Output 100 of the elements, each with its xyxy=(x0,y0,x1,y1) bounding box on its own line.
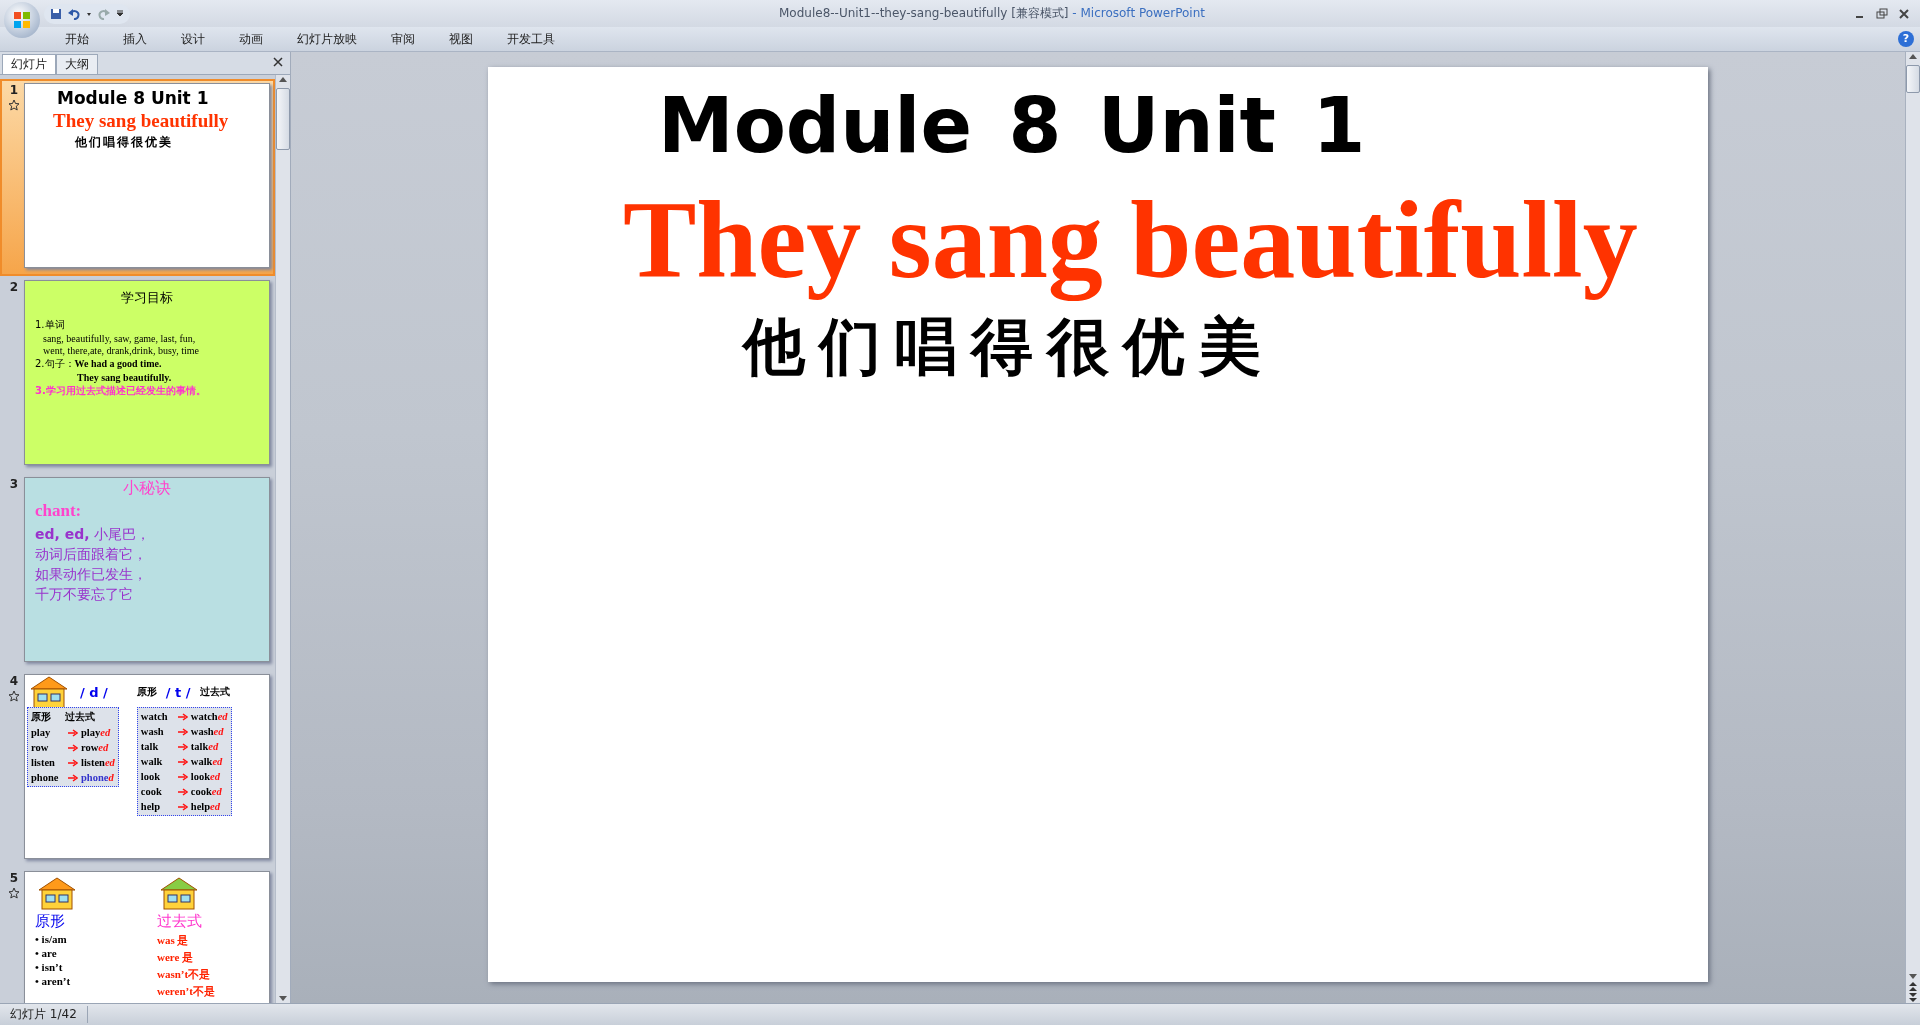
thumb-text-line: 3.学习用过去式描述已经发生的事情。 xyxy=(35,384,207,398)
base-verb: play xyxy=(31,726,52,739)
ribbon-tab[interactable]: 审阅 xyxy=(374,30,432,48)
arrow-icon xyxy=(68,743,78,752)
base-verb: help xyxy=(140,800,162,813)
slide-number: 4 xyxy=(9,674,19,688)
bullet-item: • aren’t xyxy=(35,975,71,987)
past-verb: talked xyxy=(190,740,219,753)
arrow-icon xyxy=(177,712,188,721)
column-header: 原形 xyxy=(31,710,51,724)
past-form-item: was 是 xyxy=(157,933,189,948)
ribbon-tab[interactable]: 开发工具 xyxy=(490,30,572,48)
past-verb: listened xyxy=(81,756,115,769)
past-verb: helped xyxy=(190,800,221,813)
thumb-heading: 学习目标 xyxy=(121,289,173,307)
star-icon xyxy=(8,690,20,702)
column-header: 过去式 xyxy=(199,685,230,699)
thumb-title: Module 8 Unit 1 xyxy=(57,88,209,108)
thumb-text-line: sang, beautifully, saw, game, last, fun, xyxy=(42,333,197,344)
help-button[interactable]: ? xyxy=(1898,31,1914,47)
slide-number: 1 xyxy=(9,83,19,97)
star-icon xyxy=(8,99,20,111)
slide-number: 3 xyxy=(9,477,19,491)
arrow-icon xyxy=(177,757,188,766)
past-verb: played xyxy=(81,726,111,739)
scrollbar-thumb[interactable] xyxy=(1906,65,1920,93)
past-form-item: were 是 xyxy=(157,950,194,965)
arrow-icon xyxy=(177,787,188,796)
chant-line: ed, ed, 小尾巴， xyxy=(35,526,151,544)
arrow-icon xyxy=(68,758,78,767)
base-verb: cook xyxy=(140,785,163,798)
ribbon-tab[interactable]: 开始 xyxy=(48,30,106,48)
arrow-icon xyxy=(68,728,78,737)
close-icon[interactable] xyxy=(1898,7,1910,20)
arrow-icon xyxy=(177,772,188,781)
arrow-icon xyxy=(177,727,188,736)
thumb-chinese-title: 他们唱得很优美 xyxy=(75,134,173,151)
house-label: 过去式 xyxy=(157,912,202,931)
ribbon-tab[interactable]: 视图 xyxy=(432,30,490,48)
pane-tab[interactable]: 幻灯片 xyxy=(2,54,56,74)
chant-line: 动词后面跟着它， xyxy=(35,546,148,564)
slide-counter: 幻灯片 1/42 xyxy=(0,1006,88,1023)
next-slide-icon[interactable] xyxy=(1908,992,1918,1003)
bullet-item: • are xyxy=(35,947,57,959)
base-verb: row xyxy=(31,741,50,754)
past-form-item: wasn’t不是 xyxy=(157,967,211,982)
base-verb: look xyxy=(140,770,162,783)
base-verb: wash xyxy=(140,725,165,738)
past-verb: phoned xyxy=(81,771,114,784)
past-verb: washed xyxy=(190,725,224,738)
chant-label: chant: xyxy=(35,501,83,521)
column-header: 过去式 xyxy=(65,710,95,724)
base-verb: listen xyxy=(31,756,56,769)
chant-line: 如果动作已发生， xyxy=(35,566,148,584)
past-verb: looked xyxy=(190,770,221,783)
previous-slide-icon[interactable] xyxy=(1908,981,1918,992)
thumb-text-line: 2.句子：We had a good time. xyxy=(35,357,163,371)
close-icon[interactable] xyxy=(272,55,284,68)
house-label: 原形 xyxy=(35,912,65,931)
dropdown-caret-icon[interactable] xyxy=(86,10,92,17)
arrow-icon xyxy=(177,802,188,811)
bullet-item: • is/am xyxy=(35,933,67,945)
past-verb: cooked xyxy=(190,785,222,798)
past-verb: walked xyxy=(190,755,223,768)
past-verb: watched xyxy=(190,710,228,723)
pane-tab[interactable]: 大纲 xyxy=(56,54,98,74)
app-name: - Microsoft PowerPoint xyxy=(1071,6,1205,20)
slide-subtitle: They sang beautifully xyxy=(623,180,1638,301)
scroll-down-icon[interactable] xyxy=(1908,972,1918,981)
ribbon-tab[interactable]: 插入 xyxy=(106,30,164,48)
restore-icon[interactable] xyxy=(1876,7,1888,20)
thumb-text-line: They sang beautifully. xyxy=(76,372,173,383)
undo-icon[interactable] xyxy=(68,7,80,20)
slide-thumbnail[interactable]: 1 Module 8 Unit 1 They sang beautifully 他们唱得很优美 xyxy=(0,79,275,276)
customize-caret-icon[interactable] xyxy=(116,10,124,17)
bullet-item: • isn’t xyxy=(35,961,63,973)
chant-line: 千万不要忘了它 xyxy=(35,586,134,604)
office-logo-icon xyxy=(13,11,31,29)
slide-number: 5 xyxy=(9,871,19,885)
column-header: 原形 xyxy=(136,685,157,699)
base-verb: watch xyxy=(140,710,169,723)
scrollbar-thumb[interactable] xyxy=(276,88,290,150)
save-icon[interactable] xyxy=(50,7,62,20)
slide-chinese-title: 他们唱得很优美 xyxy=(743,309,1275,385)
ribbon-tab[interactable]: 动画 xyxy=(222,30,280,48)
ribbon-tab[interactable]: 幻灯片放映 xyxy=(280,30,374,48)
base-verb: talk xyxy=(140,740,160,753)
thumb-subtitle: They sang beautifully xyxy=(53,110,229,132)
thumb-text-line: went, there,ate, drank,drink, busy, time xyxy=(42,345,200,356)
office-button[interactable] xyxy=(4,2,40,38)
sound-label: / d / xyxy=(77,684,111,700)
arrow-icon xyxy=(177,742,188,751)
base-verb: phone xyxy=(31,771,60,784)
past-verb: rowed xyxy=(81,741,109,754)
slide-title: Module 8 Unit 1 xyxy=(658,81,1366,170)
past-form-item: weren’t不是 xyxy=(157,984,215,999)
star-icon xyxy=(8,887,20,899)
base-verb: walk xyxy=(140,755,164,768)
thumb-text-line: 1.单词 xyxy=(35,318,66,332)
ribbon-tab[interactable]: 设计 xyxy=(164,30,222,48)
